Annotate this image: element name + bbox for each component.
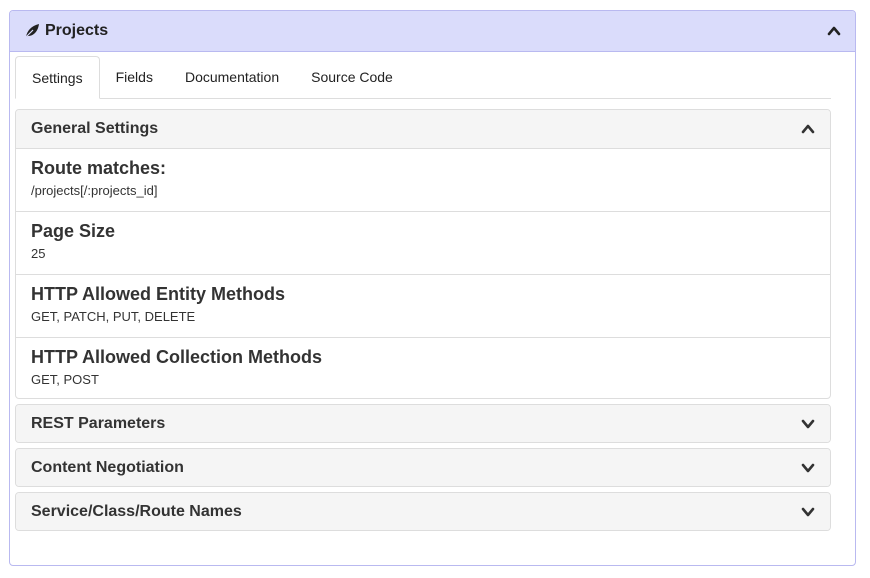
setting-route-matches: Route matches: /projects[/:projects_id] [16, 148, 830, 211]
setting-page-size: Page Size 25 [16, 211, 830, 274]
setting-label: HTTP Allowed Collection Methods [31, 347, 323, 367]
setting-label: Page Size [31, 221, 116, 241]
setting-value: /projects[/:projects_id] [31, 183, 158, 198]
setting-value: 25 [31, 246, 46, 261]
chevron-down-icon[interactable] [801, 505, 815, 519]
general-settings-header[interactable]: General Settings [16, 110, 830, 148]
tab-settings[interactable]: Settings [15, 56, 100, 99]
rest-parameters-section[interactable]: REST Parameters [15, 404, 831, 443]
service-names-header[interactable]: Service/Class/Route Names [16, 493, 830, 530]
panel-heading[interactable]: Projects [10, 11, 855, 52]
general-settings-section: General Settings Route matches: /project… [15, 109, 831, 399]
setting-label: HTTP Allowed Entity Methods [31, 284, 286, 304]
setting-entity-methods: HTTP Allowed Entity Methods GET, PATCH, … [16, 274, 830, 337]
chevron-down-icon[interactable] [801, 461, 815, 475]
section-title: General Settings [31, 120, 159, 137]
chevron-up-icon[interactable] [801, 122, 815, 136]
setting-label: Route matches: [31, 158, 167, 178]
leaf-icon [24, 24, 39, 39]
panel-title: Projects [45, 22, 109, 39]
setting-value: GET, PATCH, PUT, DELETE [31, 309, 196, 324]
service-names-section[interactable]: Service/Class/Route Names [15, 492, 831, 531]
section-title: Content Negotiation [31, 459, 184, 476]
tab-bar: Settings Fields Documentation Source Cod… [15, 56, 831, 99]
content-negotiation-section[interactable]: Content Negotiation [15, 448, 831, 487]
content-negotiation-header[interactable]: Content Negotiation [16, 449, 830, 486]
tab-source-code[interactable]: Source Code [295, 56, 409, 98]
rest-parameters-header[interactable]: REST Parameters [16, 405, 830, 442]
setting-collection-methods: HTTP Allowed Collection Methods GET, POS… [16, 337, 830, 398]
setting-value: GET, POST [31, 372, 99, 387]
chevron-down-icon[interactable] [801, 417, 815, 431]
tab-fields[interactable]: Fields [100, 56, 169, 98]
section-title: Service/Class/Route Names [31, 503, 242, 520]
chevron-up-icon[interactable] [827, 24, 841, 38]
tab-documentation[interactable]: Documentation [169, 56, 295, 98]
section-title: REST Parameters [31, 415, 166, 432]
